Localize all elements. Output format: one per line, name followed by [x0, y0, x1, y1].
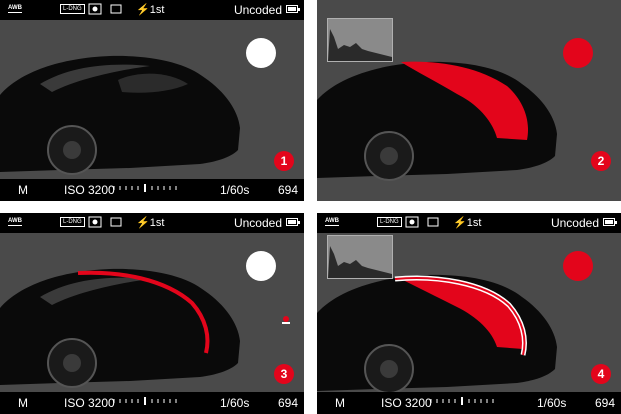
flash-mode-label: ⚡1st — [136, 4, 165, 16]
bottom-status-bar: M ISO 3200 1/60s 694 — [317, 392, 621, 414]
shots-remaining: 694 — [277, 396, 298, 410]
top-status-bar: AWB L-DNG ⚡1st Uncoded — [317, 213, 621, 233]
metering-icon — [88, 216, 102, 232]
awb-label: AWB — [325, 218, 339, 226]
top-status-bar: AWB L-DNG ⚡1st Uncoded — [0, 213, 304, 233]
indicator-circle — [246, 38, 276, 68]
indicator-circle — [563, 38, 593, 68]
indicator-circle — [246, 251, 276, 281]
awb-label: AWB — [8, 218, 22, 226]
panel-number-badge: 2 — [591, 151, 611, 171]
screen-panel-1: AWB L-DNG ⚡1st Uncoded 1 M ISO 3200 1/60… — [0, 0, 304, 201]
lens-status-label: Uncoded — [233, 216, 282, 230]
exposure-mode: M — [18, 396, 28, 410]
metering-icon — [88, 3, 102, 19]
shots-remaining: 694 — [594, 396, 615, 410]
car-silhouette — [0, 268, 240, 388]
bottom-status-bar: M ISO 3200 1/60s 694 — [0, 392, 304, 414]
screen-panel-3: AWB L-DNG ⚡1st Uncoded 3 M ISO 3200 1/60… — [0, 213, 304, 414]
battery-icon — [286, 5, 300, 13]
shots-remaining: 694 — [277, 183, 298, 197]
top-status-bar: AWB L-DNG ⚡1st Uncoded — [0, 0, 304, 20]
file-format-label: L-DNG — [60, 4, 85, 14]
histogram — [327, 235, 393, 279]
panel-number-badge: 1 — [274, 151, 294, 171]
lens-status-label: Uncoded — [550, 216, 599, 230]
panel-number-badge: 4 — [591, 364, 611, 384]
screen-panel-2: 2 — [317, 0, 621, 201]
bottom-status-bar: M ISO 3200 1/60s 694 — [0, 179, 304, 201]
screen-panel-4: AWB L-DNG ⚡1st Uncoded 4 M ISO 3200 1/60… — [317, 213, 621, 414]
iso-value: ISO 3200 — [64, 183, 115, 197]
metering-icon — [405, 216, 419, 232]
drive-mode-icon — [427, 216, 439, 232]
iso-value: ISO 3200 — [64, 396, 115, 410]
shutter-speed: 1/60s — [220, 396, 250, 410]
drive-mode-icon — [110, 3, 122, 19]
exposure-mode: M — [335, 396, 345, 410]
flash-mode-label: ⚡1st — [453, 217, 482, 229]
drive-mode-icon — [110, 216, 122, 232]
car-silhouette — [0, 55, 240, 175]
exposure-scale — [113, 184, 177, 192]
iso-value: ISO 3200 — [381, 396, 432, 410]
exposure-scale — [113, 397, 177, 405]
file-format-label: L-DNG — [60, 217, 85, 227]
battery-icon — [286, 218, 300, 226]
flash-mode-label: ⚡1st — [136, 217, 165, 229]
exposure-scale — [430, 397, 494, 405]
histogram — [327, 18, 393, 62]
indicator-circle — [563, 251, 593, 281]
battery-icon — [603, 218, 617, 226]
exposure-mode: M — [18, 183, 28, 197]
awb-label: AWB — [8, 5, 22, 13]
shutter-speed: 1/60s — [220, 183, 250, 197]
file-format-label: L-DNG — [377, 217, 402, 227]
panel-number-badge: 3 — [274, 364, 294, 384]
shutter-speed: 1/60s — [537, 396, 567, 410]
focus-peaking-marker-icon — [282, 316, 290, 324]
lens-status-label: Uncoded — [233, 3, 282, 17]
